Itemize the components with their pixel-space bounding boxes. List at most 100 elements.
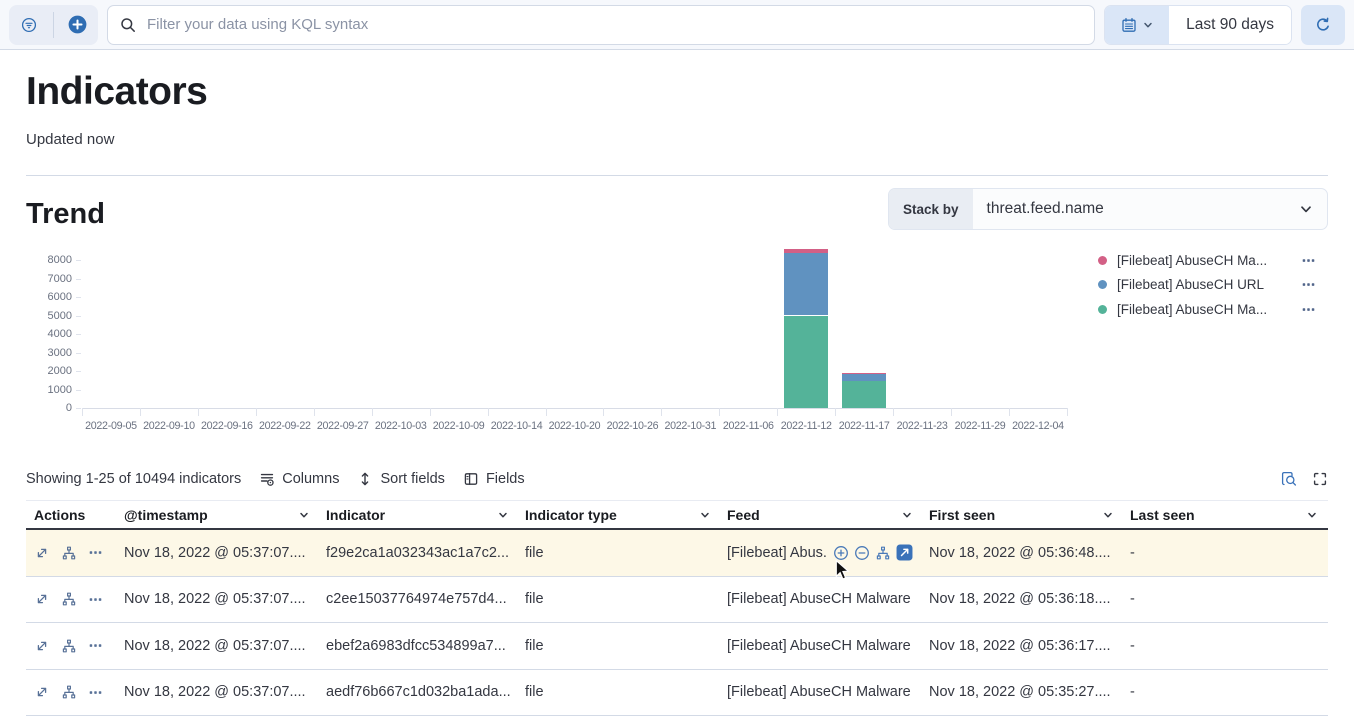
columns-icon xyxy=(259,471,275,487)
legend-item: [Filebeat] AbuseCH Ma... xyxy=(1098,248,1316,273)
indicator-type-cell: file xyxy=(517,638,719,654)
chevron-down-icon[interactable] xyxy=(298,509,310,521)
y-axis-tick-label: 2000 xyxy=(26,365,72,377)
x-axis-tick-label: 2022-09-27 xyxy=(314,420,372,432)
more-actions-icon[interactable] xyxy=(88,638,103,653)
chevron-down-icon[interactable] xyxy=(497,509,509,521)
kql-search-box xyxy=(107,5,1095,45)
first-seen-cell: Nov 18, 2022 @ 05:35:27.... xyxy=(921,684,1122,700)
add-to-timeline-icon[interactable] xyxy=(875,545,891,561)
filter-button-group xyxy=(9,5,98,45)
open-details-icon[interactable] xyxy=(34,545,50,561)
x-axis-tick-label: 2022-11-29 xyxy=(951,420,1009,432)
investigate-in-timeline-icon[interactable] xyxy=(61,684,77,700)
chevron-down-icon[interactable] xyxy=(1102,509,1114,521)
investigate-in-timeline-icon[interactable] xyxy=(61,638,77,654)
grid-toolbar: Showing 1-25 of 10494 indicators Columns… xyxy=(26,471,1328,487)
chart-legend: [Filebeat] AbuseCH Ma... [Filebeat] Abus… xyxy=(1098,248,1316,322)
sort-fields-button[interactable]: Sort fields xyxy=(357,471,444,487)
x-axis-tick-label: 2022-10-14 xyxy=(488,420,546,432)
column-header-indicator-type[interactable]: Indicator type xyxy=(517,501,719,528)
expand-cell-icon[interactable] xyxy=(896,544,913,561)
columns-button[interactable]: Columns xyxy=(259,471,339,487)
column-header-last-seen[interactable]: Last seen xyxy=(1122,501,1326,528)
indicator-cell: aedf76b667c1d032ba1ada... xyxy=(318,684,517,700)
bar-segment[interactable] xyxy=(842,373,886,374)
fullscreen-icon[interactable] xyxy=(1312,471,1328,487)
refresh-button[interactable] xyxy=(1301,5,1345,45)
more-actions-icon[interactable] xyxy=(88,545,103,560)
timestamp-cell: Nov 18, 2022 @ 05:37:07.... xyxy=(116,638,318,654)
date-range-picker: Last 90 days xyxy=(1104,5,1292,45)
bar-segment[interactable] xyxy=(784,253,828,316)
filter-out-icon[interactable] xyxy=(854,545,870,561)
trend-bar-chart: 0100020003000400050006000700080002022-09… xyxy=(26,245,1071,447)
actions-cell xyxy=(26,591,116,607)
x-axis-tick-label: 2022-11-17 xyxy=(835,420,893,432)
stack-by-select[interactable]: Stack by threat.feed.name xyxy=(888,188,1328,230)
legend-label[interactable]: [Filebeat] AbuseCH URL xyxy=(1117,277,1264,292)
boxes-horizontal-icon[interactable] xyxy=(1301,253,1316,268)
first-seen-cell: Nov 18, 2022 @ 05:36:17.... xyxy=(921,638,1122,654)
open-details-icon[interactable] xyxy=(34,684,50,700)
add-filter-button[interactable] xyxy=(61,5,95,45)
fields-button[interactable]: Fields xyxy=(463,471,525,487)
indicator-cell: ebef2a6983dfcc534899a7... xyxy=(318,638,517,654)
legend-label[interactable]: [Filebeat] AbuseCH Ma... xyxy=(1117,253,1267,268)
date-range-button[interactable]: Last 90 days xyxy=(1169,6,1291,44)
more-actions-icon[interactable] xyxy=(88,685,103,700)
showing-count-text: Showing 1-25 of 10494 indicators xyxy=(26,471,241,487)
x-axis-tick-label: 2022-09-05 xyxy=(82,420,140,432)
column-header-actions[interactable]: Actions xyxy=(26,501,116,528)
actions-cell xyxy=(26,545,116,561)
legend-color-dot xyxy=(1098,256,1107,265)
column-header-indicator[interactable]: Indicator xyxy=(318,501,517,528)
bar-segment[interactable] xyxy=(784,249,828,253)
table-row: Nov 18, 2022 @ 05:37:07.... f29e2ca1a032… xyxy=(26,530,1328,577)
feed-cell: [Filebeat] AbuseCH Malware xyxy=(719,591,921,607)
inspect-icon[interactable] xyxy=(1281,471,1297,487)
column-header-first-seen[interactable]: First seen xyxy=(921,501,1122,528)
bar-segment[interactable] xyxy=(842,374,886,381)
more-actions-icon[interactable] xyxy=(88,592,103,607)
chevron-down-icon[interactable] xyxy=(901,509,913,521)
filter-for-icon[interactable] xyxy=(833,545,849,561)
column-header-label: Feed xyxy=(727,507,760,523)
legend-item: [Filebeat] AbuseCH Ma... xyxy=(1098,297,1316,322)
x-axis-tick-label: 2022-10-31 xyxy=(661,420,719,432)
column-header-feed[interactable]: Feed xyxy=(719,501,921,528)
column-header--timestamp[interactable]: @timestamp xyxy=(116,501,318,528)
boxes-horizontal-icon[interactable] xyxy=(1301,277,1316,292)
column-header-label: Indicator xyxy=(326,507,385,523)
x-axis-tick-label: 2022-12-04 xyxy=(1009,420,1067,432)
indicators-table: Actions @timestamp Indicator Indicator t… xyxy=(26,500,1328,716)
legend-color-dot xyxy=(1098,305,1107,314)
bar-segment[interactable] xyxy=(842,381,886,408)
y-axis-tick-label: 1000 xyxy=(26,384,72,396)
y-axis-tick-label: 6000 xyxy=(26,291,72,303)
trend-chart-area: 0100020003000400050006000700080002022-09… xyxy=(26,245,1328,447)
kql-filter-input[interactable] xyxy=(145,15,1082,34)
boxes-horizontal-icon[interactable] xyxy=(1301,302,1316,317)
bar-segment[interactable] xyxy=(784,316,828,409)
x-axis-tick-label: 2022-10-09 xyxy=(430,420,488,432)
legend-label[interactable]: [Filebeat] AbuseCH Ma... xyxy=(1117,302,1267,317)
investigate-in-timeline-icon[interactable] xyxy=(61,545,77,561)
open-details-icon[interactable] xyxy=(34,591,50,607)
chevron-down-icon[interactable] xyxy=(699,509,711,521)
date-quick-select-button[interactable] xyxy=(1105,6,1169,44)
chevron-down-icon[interactable] xyxy=(1306,509,1318,521)
indicator-cell: c2ee15037764974e757d4... xyxy=(318,591,517,607)
y-axis-tick-label: 0 xyxy=(26,402,72,414)
button-group-divider xyxy=(53,12,54,38)
timestamp-cell: Nov 18, 2022 @ 05:37:07.... xyxy=(116,684,318,700)
saved-query-menu-button[interactable] xyxy=(12,5,46,45)
search-icon xyxy=(120,17,136,33)
investigate-in-timeline-icon[interactable] xyxy=(61,591,77,607)
fields-icon xyxy=(463,471,479,487)
timestamp-cell: Nov 18, 2022 @ 05:37:07.... xyxy=(116,591,318,607)
actions-cell xyxy=(26,684,116,700)
open-details-icon[interactable] xyxy=(34,638,50,654)
actions-cell xyxy=(26,638,116,654)
feed-cell: [Filebeat] AbuseCH Malware xyxy=(719,684,921,700)
